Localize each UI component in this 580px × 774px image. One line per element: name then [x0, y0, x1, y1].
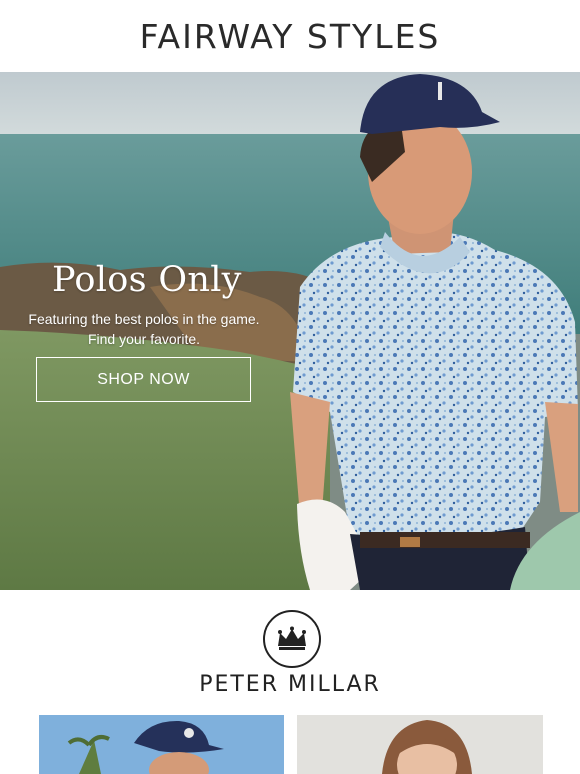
product-tile-1[interactable]	[39, 715, 284, 774]
hero-subtitle-line-1: Featuring the best polos in the game.	[28, 311, 260, 327]
product-image-1	[39, 715, 284, 774]
brand-section[interactable]: PETER MILLAR	[0, 600, 580, 700]
hero-title: Polos Only	[52, 260, 242, 300]
crown-icon	[278, 626, 306, 650]
brand-name: PETER MILLAR	[199, 672, 381, 697]
product-tile-2[interactable]	[297, 715, 543, 774]
hero-banner[interactable]: Polos Only Featuring the best polos in t…	[0, 72, 580, 590]
hero-subtitle-line-2: Find your favorite.	[87, 331, 201, 347]
product-image-2	[297, 715, 543, 774]
email-header: FAIRWAY STYLES	[0, 0, 580, 72]
hero-subtitle: Featuring the best polos in the game. Fi…	[14, 309, 274, 349]
shop-now-button[interactable]: SHOP NOW	[36, 357, 251, 402]
brand-logo-text[interactable]: FAIRWAY STYLES	[140, 17, 441, 56]
brand-logo[interactable]	[263, 610, 321, 668]
